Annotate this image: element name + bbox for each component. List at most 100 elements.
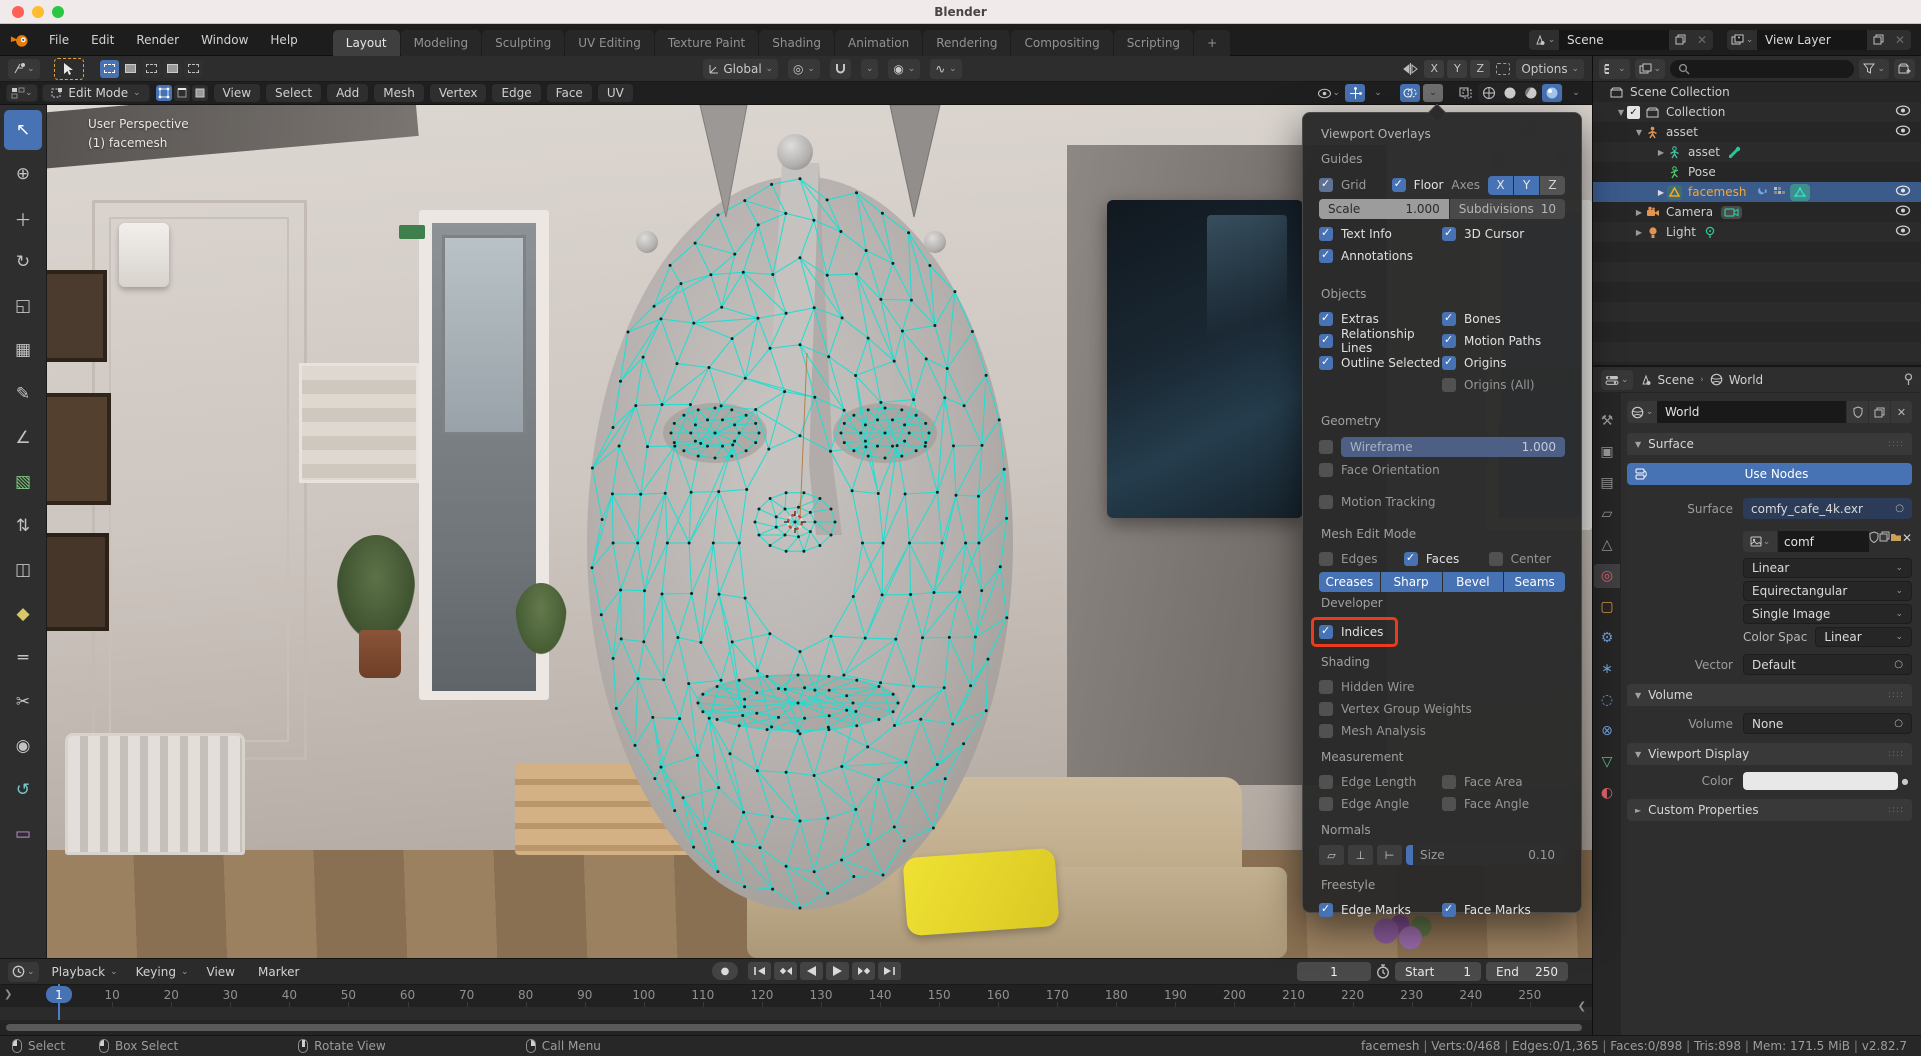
- checkbox-bones[interactable]: Bones: [1442, 308, 1565, 330]
- collection-checkbox[interactable]: ✓: [1627, 106, 1640, 119]
- projection-dropdown[interactable]: Equirectangular⌄: [1743, 581, 1912, 601]
- normals-size-slider[interactable]: Size0.10: [1406, 845, 1565, 865]
- tool-button-knife[interactable]: ✂: [4, 682, 42, 722]
- outliner-filter-icon[interactable]: ⌄: [1859, 59, 1889, 79]
- properties-tab-tool[interactable]: ⚒: [1594, 409, 1620, 433]
- shading-dropdown[interactable]: ⌄: [1566, 84, 1586, 102]
- tool-button-spin[interactable]: ↺: [4, 770, 42, 810]
- checkbox[interactable]: [1319, 903, 1333, 917]
- vector-value-button[interactable]: Default○: [1743, 654, 1912, 675]
- tool-button-move[interactable]: ＋: [4, 198, 42, 238]
- open-image-folder-icon[interactable]: [1890, 531, 1902, 552]
- properties-tab-modifiers[interactable]: ⚙: [1594, 626, 1620, 650]
- checkbox[interactable]: [1442, 356, 1456, 370]
- checkbox[interactable]: [1319, 356, 1333, 370]
- gizmos-dropdown[interactable]: ⌄: [1368, 84, 1388, 102]
- falloff-dropdown[interactable]: ∿ ⌄: [930, 59, 961, 79]
- volume-value-button[interactable]: None○: [1743, 713, 1912, 734]
- workspace-tab[interactable]: Scripting: [1114, 30, 1193, 56]
- minimize-window-button[interactable]: [32, 6, 44, 18]
- timeline-menu-item[interactable]: Playback⌄: [43, 962, 127, 981]
- properties-tab-view-layer[interactable]: ▱: [1594, 502, 1620, 526]
- checkbox[interactable]: [1442, 312, 1456, 326]
- face-normals-icon[interactable]: ⊢: [1377, 845, 1402, 865]
- outliner-row-armature[interactable]: ▼ asset: [1593, 122, 1921, 142]
- tool-button-loop-cut[interactable]: ═: [4, 638, 42, 678]
- timeline-editor-type-dropdown[interactable]: ⌄: [8, 962, 39, 982]
- interpolation-dropdown[interactable]: Linear⌄: [1743, 558, 1912, 578]
- image-fake-user-icon[interactable]: [1869, 531, 1879, 552]
- pivot-dropdown[interactable]: ◎ ⌄: [788, 59, 820, 79]
- object-visibility-dropdown[interactable]: ⌄: [1315, 84, 1342, 102]
- stopwatch-icon[interactable]: [1376, 964, 1390, 979]
- checkbox[interactable]: [1319, 249, 1333, 263]
- material-shading-icon[interactable]: [1521, 84, 1541, 102]
- view-layer-name-field[interactable]: View Layer: [1757, 30, 1867, 50]
- viewport-display-section-header[interactable]: ▼Viewport Display::::: [1627, 743, 1912, 765]
- timeline-menu-item[interactable]: Keying⌄: [127, 962, 198, 981]
- source-dropdown[interactable]: Single Image⌄: [1743, 604, 1912, 624]
- main-menu-item[interactable]: Render: [125, 29, 190, 51]
- tool-button-inset[interactable]: ◫: [4, 550, 42, 590]
- expand-arrow-icon[interactable]: ▶: [1633, 228, 1645, 237]
- select-subtract-icon[interactable]: [142, 60, 161, 78]
- checkbox-motion-paths[interactable]: Motion Paths: [1442, 330, 1565, 352]
- seams-toggle[interactable]: Seams: [1504, 572, 1565, 592]
- close-window-button[interactable]: [12, 6, 24, 18]
- mirror-axis-button[interactable]: Z: [1470, 60, 1490, 78]
- checkbox[interactable]: [1442, 334, 1456, 348]
- animate-dot[interactable]: ●: [1898, 777, 1912, 786]
- wireframe-slider[interactable]: Wireframe1.000: [1341, 437, 1565, 457]
- viewport-menu-item[interactable]: View: [214, 84, 260, 102]
- workspace-tab[interactable]: UV Editing: [565, 30, 654, 56]
- checkbox-face-area[interactable]: Face Area: [1442, 771, 1565, 793]
- mode-dropdown[interactable]: Edit Mode⌄: [42, 84, 150, 102]
- outliner-row-scene-collection[interactable]: Scene Collection: [1593, 82, 1921, 102]
- outliner-row-camera[interactable]: ▶ Camera: [1593, 202, 1921, 222]
- select-intersect-icon[interactable]: [184, 60, 203, 78]
- outliner-filter-mode-icon[interactable]: ⌄: [1635, 59, 1666, 79]
- snap-magnet-icon[interactable]: [830, 59, 851, 79]
- workspace-tab[interactable]: Sculpting: [482, 30, 564, 56]
- workspace-tab[interactable]: Rendering: [923, 30, 1010, 56]
- creases-toggle[interactable]: Creases: [1319, 572, 1380, 592]
- properties-tab-render[interactable]: ▣: [1594, 440, 1620, 464]
- viewport-menu-item[interactable]: Vertex: [430, 84, 487, 102]
- properties-tab-output[interactable]: ▤: [1594, 471, 1620, 495]
- checkbox-hidden-wire[interactable]: Hidden Wire: [1319, 676, 1565, 698]
- properties-tab-physics[interactable]: ◌: [1594, 688, 1620, 712]
- checkbox-relationship-lines[interactable]: Relationship Lines: [1319, 330, 1442, 352]
- jump-to-end-button[interactable]: [878, 962, 901, 980]
- next-keyframe-button[interactable]: [852, 962, 875, 980]
- workspace-tab[interactable]: Layout: [333, 30, 400, 56]
- image-copy-icon[interactable]: [1879, 531, 1890, 552]
- scene-name-field[interactable]: Scene: [1559, 30, 1669, 50]
- expand-arrow-icon[interactable]: ▶: [1655, 148, 1667, 157]
- view-layer-icon[interactable]: ⌄: [1727, 30, 1757, 50]
- checkbox-3d-cursor[interactable]: 3D Cursor: [1442, 223, 1565, 245]
- surface-value-button[interactable]: comfy_cafe_4k.exr○: [1743, 498, 1912, 519]
- overlays-dropdown[interactable]: ⌄: [1423, 84, 1443, 102]
- checkbox[interactable]: [1442, 378, 1456, 392]
- copy-scene-icon[interactable]: [1669, 30, 1691, 50]
- snap-with-dropdown[interactable]: ⌄: [861, 59, 879, 79]
- collapse-right-icon[interactable]: ❮: [1578, 1001, 1586, 1012]
- checkbox[interactable]: [1319, 312, 1333, 326]
- checkbox[interactable]: [1319, 702, 1333, 716]
- workspace-tab[interactable]: Compositing: [1011, 30, 1112, 56]
- timeline-menu-item[interactable]: Marker: [249, 962, 313, 981]
- sharp-toggle[interactable]: Sharp: [1381, 572, 1442, 592]
- axis-x-toggle[interactable]: X: [1488, 176, 1513, 195]
- new-collection-icon[interactable]: [1894, 59, 1915, 79]
- start-frame-field[interactable]: Start1: [1395, 962, 1481, 981]
- outliner-display-mode-dropdown[interactable]: ⌄: [1599, 59, 1630, 79]
- checkbox-text-info[interactable]: Text Info: [1319, 223, 1442, 245]
- workspace-tab[interactable]: Shading: [759, 30, 834, 56]
- properties-tab-world[interactable]: ◎: [1594, 564, 1620, 588]
- mirror-axis-button[interactable]: Y: [1447, 60, 1467, 78]
- checkbox[interactable]: [1319, 625, 1333, 639]
- checkbox-face-marks[interactable]: Face Marks: [1442, 899, 1565, 921]
- jump-to-start-button[interactable]: [748, 962, 771, 980]
- checkbox-grid[interactable]: Grid: [1319, 174, 1384, 196]
- checkbox-indices[interactable]: Indices: [1319, 621, 1383, 643]
